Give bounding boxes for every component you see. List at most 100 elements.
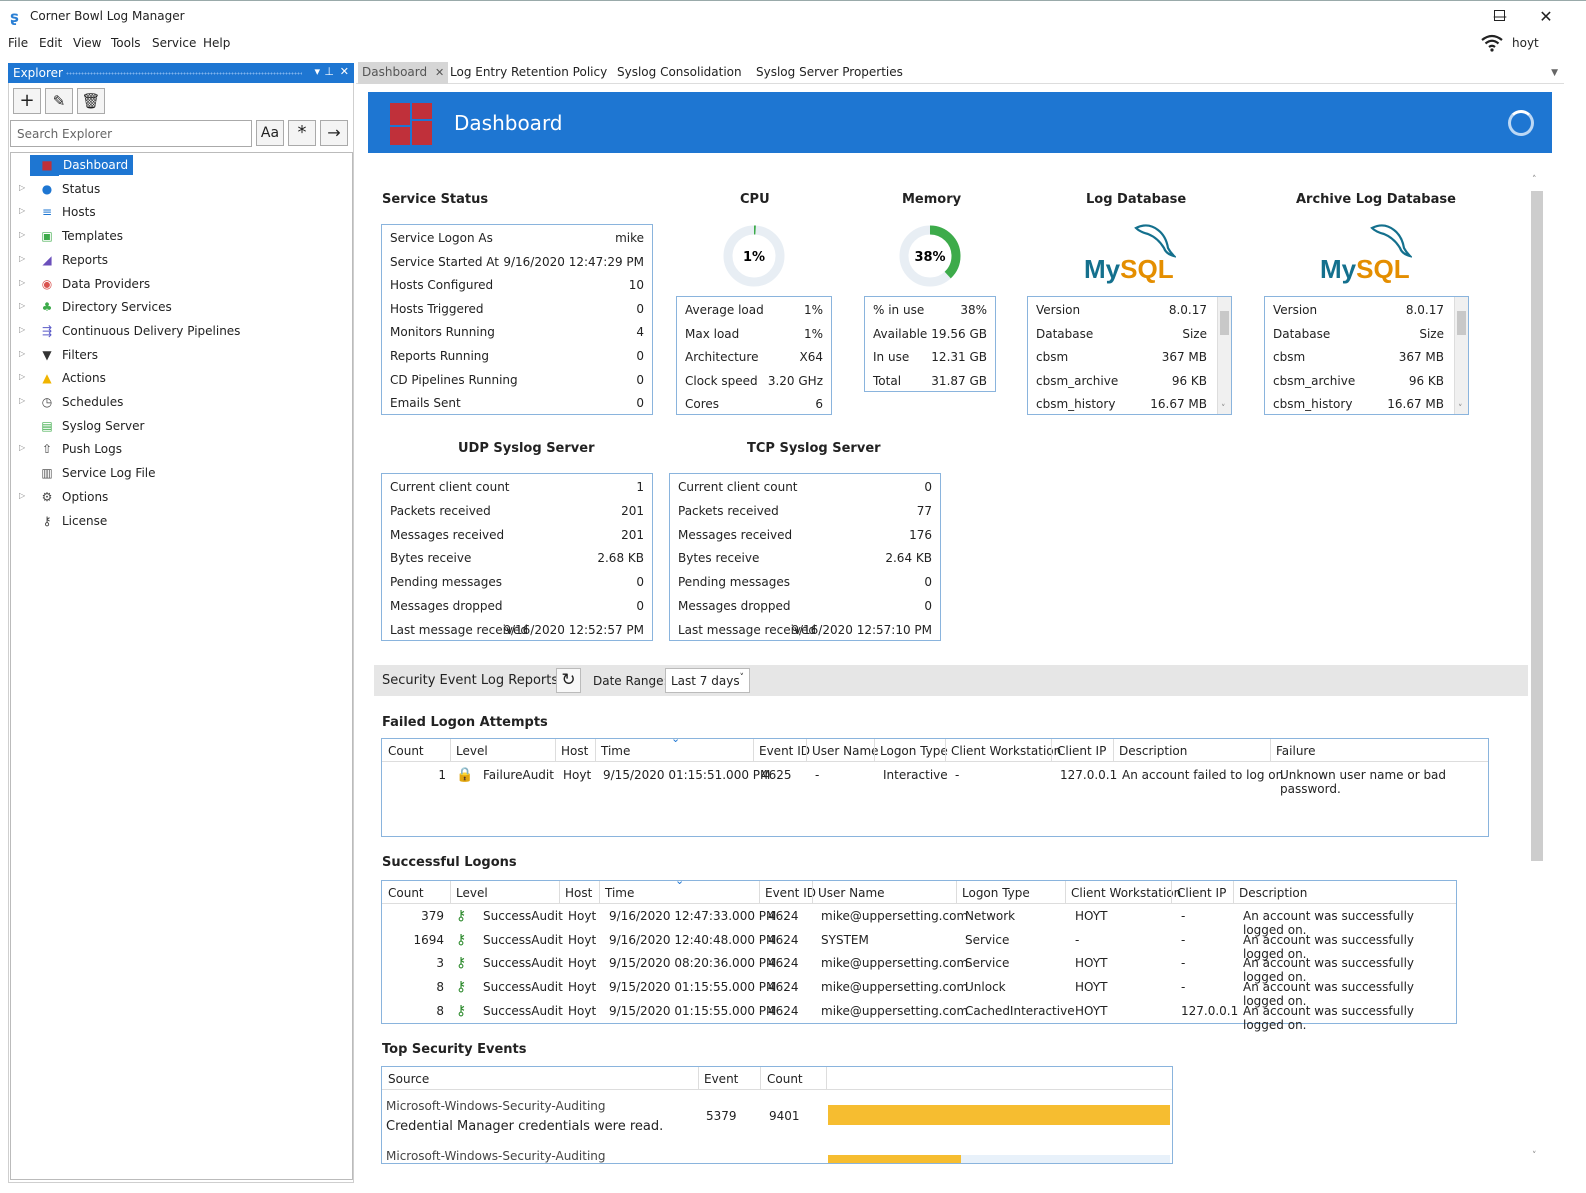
column-separator[interactable] — [806, 739, 807, 762]
refresh-button[interactable]: ↻ — [556, 668, 581, 693]
scroll-up-icon[interactable]: ˄ — [1458, 297, 1463, 305]
tab-syslog-server-properties[interactable]: Syslog Server Properties — [756, 65, 903, 79]
tree-item-reports[interactable]: ▷ ◢ Reports — [11, 249, 341, 271]
expand-arrow-icon[interactable]: ▷ — [19, 206, 25, 215]
column-header-client-workstation[interactable]: Client Workstation — [951, 744, 1061, 767]
column-separator[interactable] — [812, 881, 813, 904]
column-header-event-id[interactable]: Event ID — [765, 886, 816, 909]
column-header-failure[interactable]: Failure — [1276, 744, 1315, 767]
tree-item-license[interactable]: ⚷ License — [11, 510, 341, 532]
column-header-count[interactable]: Count — [388, 744, 424, 767]
column-header-logon-type[interactable]: Logon Type — [880, 744, 948, 767]
date-range-select[interactable]: Last 7 days ˅ — [665, 668, 750, 693]
tree-item-data-providers[interactable]: ▷ ◉ Data Providers — [11, 273, 341, 295]
column-separator[interactable] — [1233, 881, 1234, 904]
column-separator[interactable] — [1270, 739, 1271, 762]
menu-file[interactable]: File — [8, 36, 28, 50]
column-header-count[interactable]: Count — [767, 1072, 803, 1095]
tree-item-dashboard[interactable]: ■ Dashboard — [11, 154, 341, 176]
tree-item-status[interactable]: ▷ ● Status — [11, 178, 341, 200]
search-input[interactable]: Search Explorer — [10, 120, 252, 147]
column-header-client-ip[interactable]: Client IP — [1057, 744, 1106, 767]
tree-item-continuous-delivery-pipelines[interactable]: ▷ ⇶ Continuous Delivery Pipelines — [11, 320, 341, 342]
expand-arrow-icon[interactable]: ▷ — [19, 396, 25, 405]
expand-arrow-icon[interactable]: ▷ — [19, 230, 25, 239]
scroll-up-icon[interactable]: ˄ — [1221, 297, 1226, 305]
dashboard-scrollbar[interactable]: ˄ ˅ — [1528, 173, 1546, 1163]
expand-arrow-icon[interactable]: ▷ — [19, 278, 25, 287]
tree-item-options[interactable]: ▷ ⚙ Options — [11, 486, 341, 508]
column-header-count[interactable]: Count — [388, 886, 424, 909]
tree-item-filters[interactable]: ▷ ▼ Filters — [11, 344, 341, 366]
scrollbar-thumb[interactable] — [1220, 311, 1229, 335]
tree-item-push-logs[interactable]: ▷ ⇧ Push Logs — [11, 438, 341, 460]
match-case-button[interactable]: Aa — [256, 120, 284, 146]
menu-view[interactable]: View — [73, 36, 101, 50]
tree-item-directory-services[interactable]: ▷ ♣ Directory Services — [11, 296, 341, 318]
column-separator[interactable] — [595, 739, 596, 762]
column-header-host[interactable]: Host — [565, 886, 592, 909]
tree-item-templates[interactable]: ▷ ▣ Templates — [11, 225, 341, 247]
dropdown-icon[interactable]: ▾ — [314, 65, 320, 78]
scrollbar-thumb[interactable] — [1531, 191, 1543, 861]
expand-arrow-icon[interactable]: ▷ — [19, 325, 25, 334]
pin-icon[interactable]: ⊥ — [324, 65, 334, 78]
expand-arrow-icon[interactable]: ▷ — [19, 349, 25, 358]
tree-item-actions[interactable]: ▷ ▲ Actions — [11, 367, 341, 389]
column-header-event[interactable]: Event — [704, 1072, 738, 1095]
column-header-logon-type[interactable]: Logon Type — [962, 886, 1030, 909]
column-header-description[interactable]: Description — [1239, 886, 1307, 909]
column-separator[interactable] — [759, 881, 760, 904]
tab-list-dropdown-icon[interactable]: ▼ — [1551, 68, 1558, 78]
scrollbar-thumb[interactable] — [1457, 311, 1466, 335]
column-header-source[interactable]: Source — [388, 1072, 429, 1095]
expand-arrow-icon[interactable]: ▷ — [19, 372, 25, 381]
column-header-level[interactable]: Level — [456, 744, 488, 767]
expand-arrow-icon[interactable]: ▷ — [19, 443, 25, 452]
column-header-time[interactable]: Time — [601, 744, 630, 767]
column-separator[interactable] — [1113, 739, 1114, 762]
tree-item-hosts[interactable]: ▷ ≡ Hosts — [11, 201, 341, 223]
tree-item-schedules[interactable]: ▷ ◷ Schedules — [11, 391, 341, 413]
menu-edit[interactable]: Edit — [39, 36, 62, 50]
expand-arrow-icon[interactable]: ▷ — [19, 301, 25, 310]
column-separator[interactable] — [945, 739, 946, 762]
column-separator[interactable] — [599, 881, 600, 904]
db-scrollbar[interactable]: ˄ ˅ — [1454, 297, 1468, 414]
tree-item-service-log-file[interactable]: ▥ Service Log File — [11, 462, 341, 484]
column-separator[interactable] — [555, 739, 556, 762]
column-separator[interactable] — [956, 881, 957, 904]
close-tab-icon[interactable]: ✕ — [435, 66, 444, 79]
column-separator[interactable] — [760, 1067, 761, 1090]
menu-tools[interactable]: Tools — [111, 36, 141, 50]
column-separator[interactable] — [826, 1067, 827, 1090]
column-header-description[interactable]: Description — [1119, 744, 1187, 767]
db-scrollbar[interactable]: ˄ ˅ — [1217, 297, 1231, 414]
edit-button[interactable]: ✎ — [45, 88, 73, 114]
column-header-time[interactable]: Time — [605, 886, 634, 909]
column-header-client-ip[interactable]: Client IP — [1177, 886, 1226, 909]
wildcard-button[interactable]: * — [288, 120, 316, 146]
scroll-down-icon[interactable]: ˅ — [1458, 404, 1463, 414]
column-separator[interactable] — [559, 881, 560, 904]
tree-item-syslog-server[interactable]: ▤ Syslog Server — [11, 415, 341, 437]
maximize-button[interactable] — [1494, 10, 1505, 21]
scroll-up-icon[interactable]: ˄ — [1532, 175, 1537, 185]
delete-button[interactable]: 🗑 — [77, 88, 105, 114]
expand-arrow-icon[interactable]: ▷ — [19, 254, 25, 263]
expand-arrow-icon[interactable]: ▷ — [19, 183, 25, 192]
add-button[interactable]: + — [13, 88, 41, 114]
column-separator[interactable] — [450, 739, 451, 762]
column-header-client-workstation[interactable]: Client Workstation — [1071, 886, 1181, 909]
tab-syslog-consolidation[interactable]: Syslog Consolidation — [617, 65, 742, 79]
drag-grip[interactable] — [66, 72, 302, 75]
column-header-host[interactable]: Host — [561, 744, 588, 767]
tab-log-entry-retention-policy[interactable]: Log Entry Retention Policy — [450, 65, 607, 79]
close-button[interactable]: ✕ — [1526, 5, 1566, 29]
close-panel-icon[interactable]: ✕ — [340, 65, 349, 78]
scroll-down-icon[interactable]: ˅ — [1221, 404, 1226, 414]
scroll-down-icon[interactable]: ˅ — [1532, 1151, 1537, 1161]
column-header-level[interactable]: Level — [456, 886, 488, 909]
column-separator[interactable] — [698, 1067, 699, 1090]
column-header-user-name[interactable]: User Name — [812, 744, 879, 767]
